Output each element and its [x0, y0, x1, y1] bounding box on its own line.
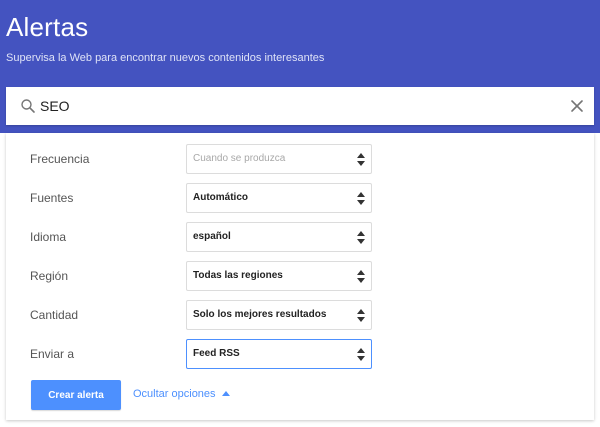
select-arrows-icon: [357, 231, 365, 244]
caret-up-icon: [221, 391, 230, 396]
idioma-select[interactable]: español: [186, 222, 372, 252]
option-label: Región: [30, 269, 69, 283]
options-panel: Frecuencia Cuando se produzca Fuentes Au…: [6, 133, 594, 420]
select-value: Automático: [193, 192, 248, 203]
option-row-region: Región Todas las regiones: [6, 261, 594, 291]
close-icon[interactable]: [568, 97, 586, 115]
fuentes-select[interactable]: Automático: [186, 183, 372, 213]
option-row-cantidad: Cantidad Solo los mejores resultados: [6, 300, 594, 330]
select-arrows-icon: [357, 348, 365, 361]
select-arrows-icon: [357, 309, 365, 322]
option-label: Fuentes: [30, 191, 74, 205]
select-arrows-icon: [357, 270, 365, 283]
search-bar: [6, 87, 594, 125]
page-subtitle: Supervisa la Web para encontrar nuevos c…: [6, 52, 325, 64]
search-input[interactable]: [40, 96, 540, 116]
search-icon: [21, 99, 35, 113]
select-value: Todas las regiones: [193, 270, 283, 281]
option-label: Idioma: [30, 230, 67, 244]
option-label: Enviar a: [30, 347, 75, 361]
region-select[interactable]: Todas las regiones: [186, 261, 372, 291]
select-value: Solo los mejores resultados: [193, 309, 327, 320]
header: Alertas Supervisa la Web para encontrar …: [0, 0, 600, 133]
page-title: Alertas: [6, 12, 89, 42]
option-row-fuentes: Fuentes Automático: [6, 183, 594, 213]
select-value: español: [193, 231, 231, 242]
enviar-a-select[interactable]: Feed RSS: [186, 339, 372, 369]
select-arrows-icon: [357, 192, 365, 205]
select-value: Feed RSS: [193, 348, 240, 359]
option-row-idioma: Idioma español: [6, 222, 594, 252]
cantidad-select[interactable]: Solo los mejores resultados: [186, 300, 372, 330]
option-label: Frecuencia: [30, 152, 90, 166]
frecuencia-select[interactable]: Cuando se produzca: [186, 144, 372, 174]
option-row-frecuencia: Frecuencia Cuando se produzca: [6, 144, 594, 174]
hide-options-link[interactable]: Ocultar opciones: [133, 388, 230, 400]
create-alert-button[interactable]: Crear alerta: [31, 380, 121, 410]
select-value: Cuando se produzca: [193, 153, 286, 164]
hide-options-label: Ocultar opciones: [133, 388, 216, 400]
option-row-enviar-a: Enviar a Feed RSS: [6, 339, 594, 369]
option-label: Cantidad: [30, 308, 79, 322]
select-arrows-icon: [357, 153, 365, 166]
